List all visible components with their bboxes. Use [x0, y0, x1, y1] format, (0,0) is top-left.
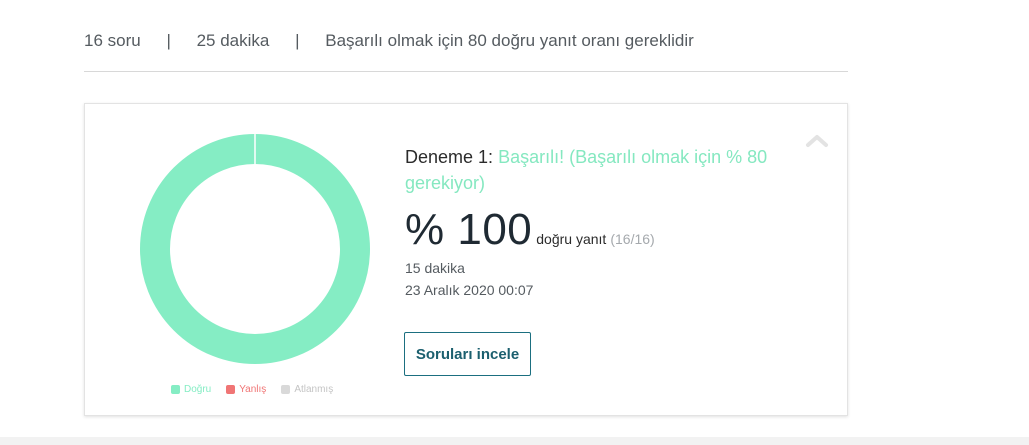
- attempt-label: Deneme 1:: [405, 147, 499, 167]
- question-count: 16 soru: [84, 31, 141, 50]
- legend-item-yanlış: Yanlış: [226, 384, 266, 395]
- quiz-result-page: 16 soru | 25 dakika | Başarılı olmak içi…: [0, 0, 1029, 445]
- time-spent: 15 dakika: [405, 260, 465, 276]
- legend-label: Atlanmış: [294, 384, 334, 395]
- chart-legend: Doğru Yanlış Atlanmış: [171, 384, 348, 397]
- page-footer-bar: [0, 437, 1029, 445]
- legend-item-atlanmış: Atlanmış: [281, 384, 333, 395]
- legend-label: Yanlış: [239, 384, 267, 395]
- chevron-up-icon[interactable]: [805, 132, 829, 148]
- results-donut-chart: [140, 134, 370, 364]
- score-count: (16/16): [610, 231, 655, 247]
- quiz-duration: 25 dakika: [196, 31, 270, 50]
- legend-swatch: [171, 385, 180, 394]
- legend-swatch: [281, 385, 291, 394]
- score-label: doğru yanıt: [536, 231, 607, 247]
- review-questions-button[interactable]: Soruları incele: [404, 332, 531, 376]
- pass-requirement: Başarılı olmak için 80 doğru yanıt oranı…: [325, 31, 694, 50]
- donut-slice-doğru: [140, 134, 370, 364]
- score-row: % 100 doğru yanıt (16/16): [405, 204, 655, 256]
- attempt-date: 23 Aralık 2020 00:07: [405, 282, 534, 298]
- attempt-title: Deneme 1: Başarılı! (Başarılı olmak için…: [405, 144, 815, 196]
- separator: |: [166, 31, 171, 50]
- legend-label: Doğru: [184, 384, 212, 395]
- score-percent: % 100: [405, 205, 533, 254]
- legend-item-doğru: Doğru: [171, 384, 211, 395]
- separator: |: [295, 31, 300, 50]
- legend-swatch: [226, 385, 236, 394]
- attempt-card: Doğru Yanlış Atlanmış Deneme 1: Başarılı! …: [84, 103, 848, 416]
- quiz-summary: 16 soru | 25 dakika | Başarılı olmak içi…: [84, 31, 848, 72]
